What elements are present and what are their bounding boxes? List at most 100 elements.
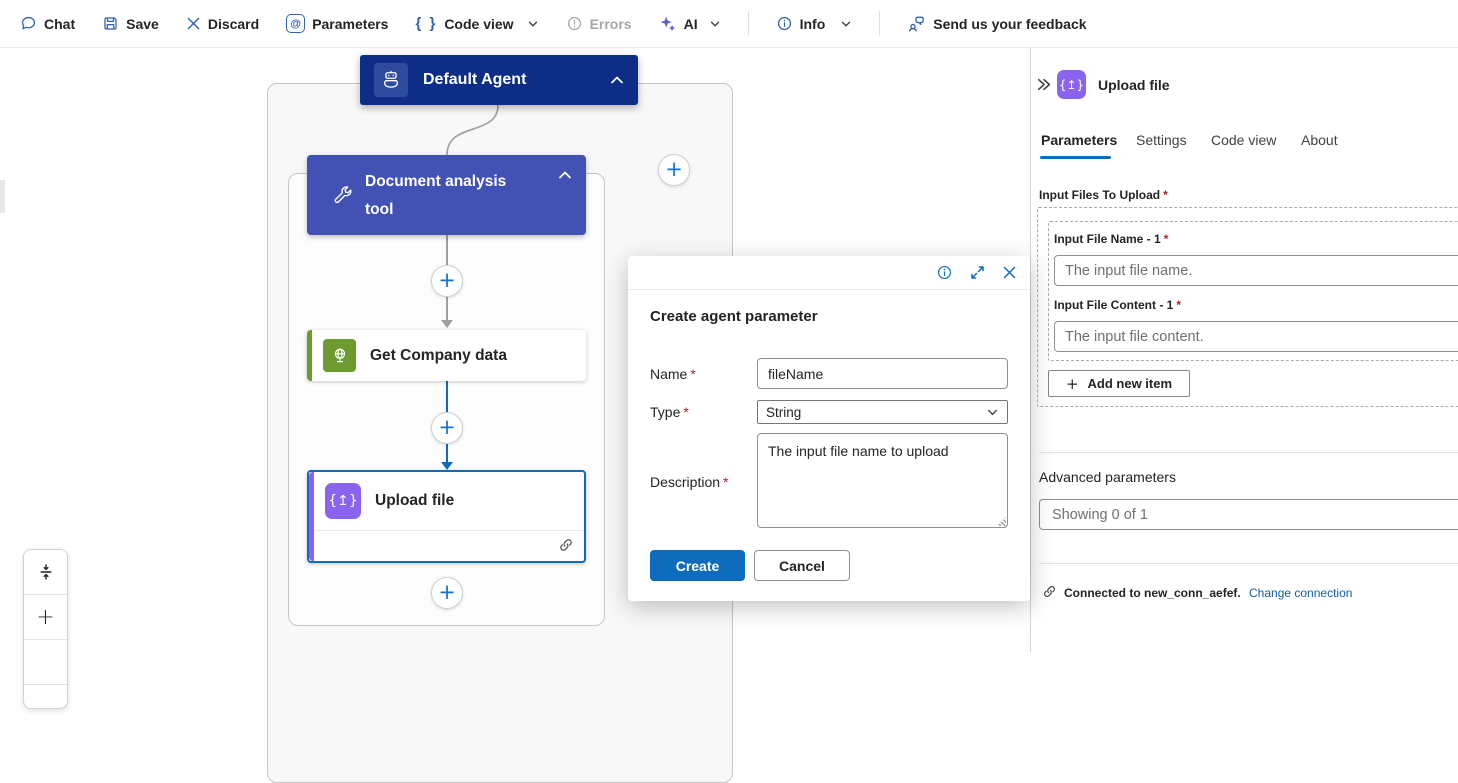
name-field[interactable] [757, 358, 1008, 389]
tab-settings[interactable]: Settings [1136, 132, 1187, 148]
connection-link-icon [1042, 584, 1057, 599]
type-dropdown[interactable]: String [757, 400, 1008, 424]
connector-line [446, 297, 448, 320]
connection-link-icon[interactable] [558, 537, 574, 553]
node-document-analysis-tool[interactable]: Document analysis tool [307, 155, 586, 235]
node-accent [309, 472, 314, 561]
node-label: Document analysis tool [365, 168, 530, 224]
chevron-up-icon[interactable] [610, 75, 624, 85]
name-label: Name* [650, 366, 696, 382]
add-tool-button[interactable]: + [658, 154, 690, 186]
feedback-label: Send us your feedback [933, 16, 1086, 32]
chevron-down-icon [527, 18, 539, 30]
divider [1039, 563, 1458, 564]
create-agent-parameter-dialog: Create agent parameter Name* Type* Strin… [628, 256, 1030, 601]
cancel-button[interactable]: Cancel [754, 550, 850, 581]
code-view-label: Code view [444, 16, 513, 32]
panel-title: Upload file [1098, 77, 1170, 93]
chevron-up-icon[interactable] [558, 170, 572, 180]
code-view-button[interactable]: { } Code view [415, 15, 538, 32]
dialog-title: Create agent parameter [650, 308, 818, 325]
description-label: Description* [650, 474, 728, 490]
zoom-out-button[interactable] [24, 640, 67, 685]
expand-icon[interactable] [970, 265, 985, 280]
errors-button: Errors [566, 15, 632, 32]
ai-label: AI [684, 16, 698, 32]
node-label: Upload file [375, 492, 454, 510]
toolbar-divider [748, 11, 749, 36]
node-upload-file[interactable]: {↥} Upload file [307, 470, 586, 563]
node-get-company-data[interactable]: Get Company data [307, 330, 586, 381]
tab-parameters[interactable]: Parameters [1041, 132, 1117, 148]
connection-status: Connected to new_conn_aefef. [1064, 586, 1241, 600]
info-icon[interactable] [936, 264, 953, 281]
insert-step-button[interactable]: + [431, 577, 463, 609]
tab-about[interactable]: About [1301, 132, 1338, 148]
close-icon[interactable] [1002, 265, 1017, 280]
feedback-button[interactable]: Send us your feedback [907, 14, 1086, 33]
connector-line [446, 381, 448, 412]
node-label: Default Agent [423, 71, 610, 89]
upload-braces-icon: {↥} [1057, 70, 1086, 99]
parameters-icon: @ [286, 14, 305, 33]
discard-label: Discard [208, 16, 259, 32]
discard-button[interactable]: Discard [186, 16, 259, 32]
left-panel-handle[interactable] [0, 180, 5, 213]
arrowhead [441, 462, 453, 470]
action-details-panel: {↥} Upload file Parameters Settings Code… [1030, 48, 1458, 652]
file-name-input[interactable] [1054, 255, 1458, 286]
plus-icon: + [1066, 375, 1079, 393]
code-braces-icon: { } [415, 15, 437, 32]
divider [1039, 452, 1458, 453]
insert-step-button[interactable]: + [431, 265, 463, 297]
type-label: Type* [650, 404, 689, 420]
upload-braces-icon: {↥} [325, 483, 361, 519]
chevron-down-icon [986, 406, 999, 419]
error-circle-icon [566, 15, 583, 32]
description-field[interactable]: The input file name to upload [757, 433, 1008, 528]
info-circle-icon [776, 15, 793, 32]
save-icon [102, 15, 119, 32]
canvas-zoom-toolbar: + [23, 549, 68, 709]
file-name-label: Input File Name - 1* [1054, 232, 1168, 246]
toolbar-divider [879, 11, 880, 36]
chat-label: Chat [44, 16, 75, 32]
connector-curve [430, 105, 510, 155]
advanced-parameters-label: Advanced parameters [1039, 469, 1176, 485]
insert-step-button[interactable]: + [431, 412, 463, 444]
add-new-item-button[interactable]: + Add new item [1048, 370, 1190, 397]
tab-code-view[interactable]: Code view [1211, 132, 1276, 148]
bot-icon [374, 63, 408, 97]
info-label: Info [800, 16, 826, 32]
save-label: Save [126, 16, 159, 32]
node-label: Get Company data [370, 347, 507, 365]
fit-to-screen-button[interactable] [24, 550, 67, 595]
file-content-input[interactable] [1054, 321, 1458, 352]
change-connection-link[interactable]: Change connection [1249, 586, 1352, 600]
collapse-panel-icon[interactable] [1035, 76, 1052, 93]
dismiss-icon [186, 16, 201, 31]
chat-icon [20, 15, 37, 32]
parameters-label: Parameters [312, 16, 388, 32]
fit-to-screen-icon [36, 562, 56, 582]
ai-button[interactable]: AI [659, 15, 721, 33]
input-files-label: Input Files To Upload* [1039, 188, 1168, 202]
wrench-icon [331, 184, 355, 208]
save-button[interactable]: Save [102, 15, 159, 32]
create-button[interactable]: Create [650, 550, 745, 581]
globe-icon [323, 339, 356, 372]
info-button[interactable]: Info [776, 15, 853, 32]
dialog-header [628, 256, 1030, 290]
chevron-down-icon [709, 18, 721, 30]
file-content-label: Input File Content - 1* [1054, 298, 1181, 312]
parameters-button[interactable]: @ Parameters [286, 14, 388, 33]
ai-sparkle-icon [659, 15, 677, 33]
node-default-agent[interactable]: Default Agent [360, 55, 638, 105]
chevron-down-icon [840, 18, 852, 30]
chat-button[interactable]: Chat [20, 15, 75, 32]
top-toolbar: Chat Save Discard @ Parameters { } Code … [0, 0, 1458, 48]
errors-label: Errors [590, 16, 632, 32]
zoom-in-button[interactable]: + [24, 595, 67, 640]
advanced-parameters-dropdown[interactable]: Showing 0 of 1 [1039, 499, 1458, 530]
active-tab-indicator [1040, 156, 1111, 159]
